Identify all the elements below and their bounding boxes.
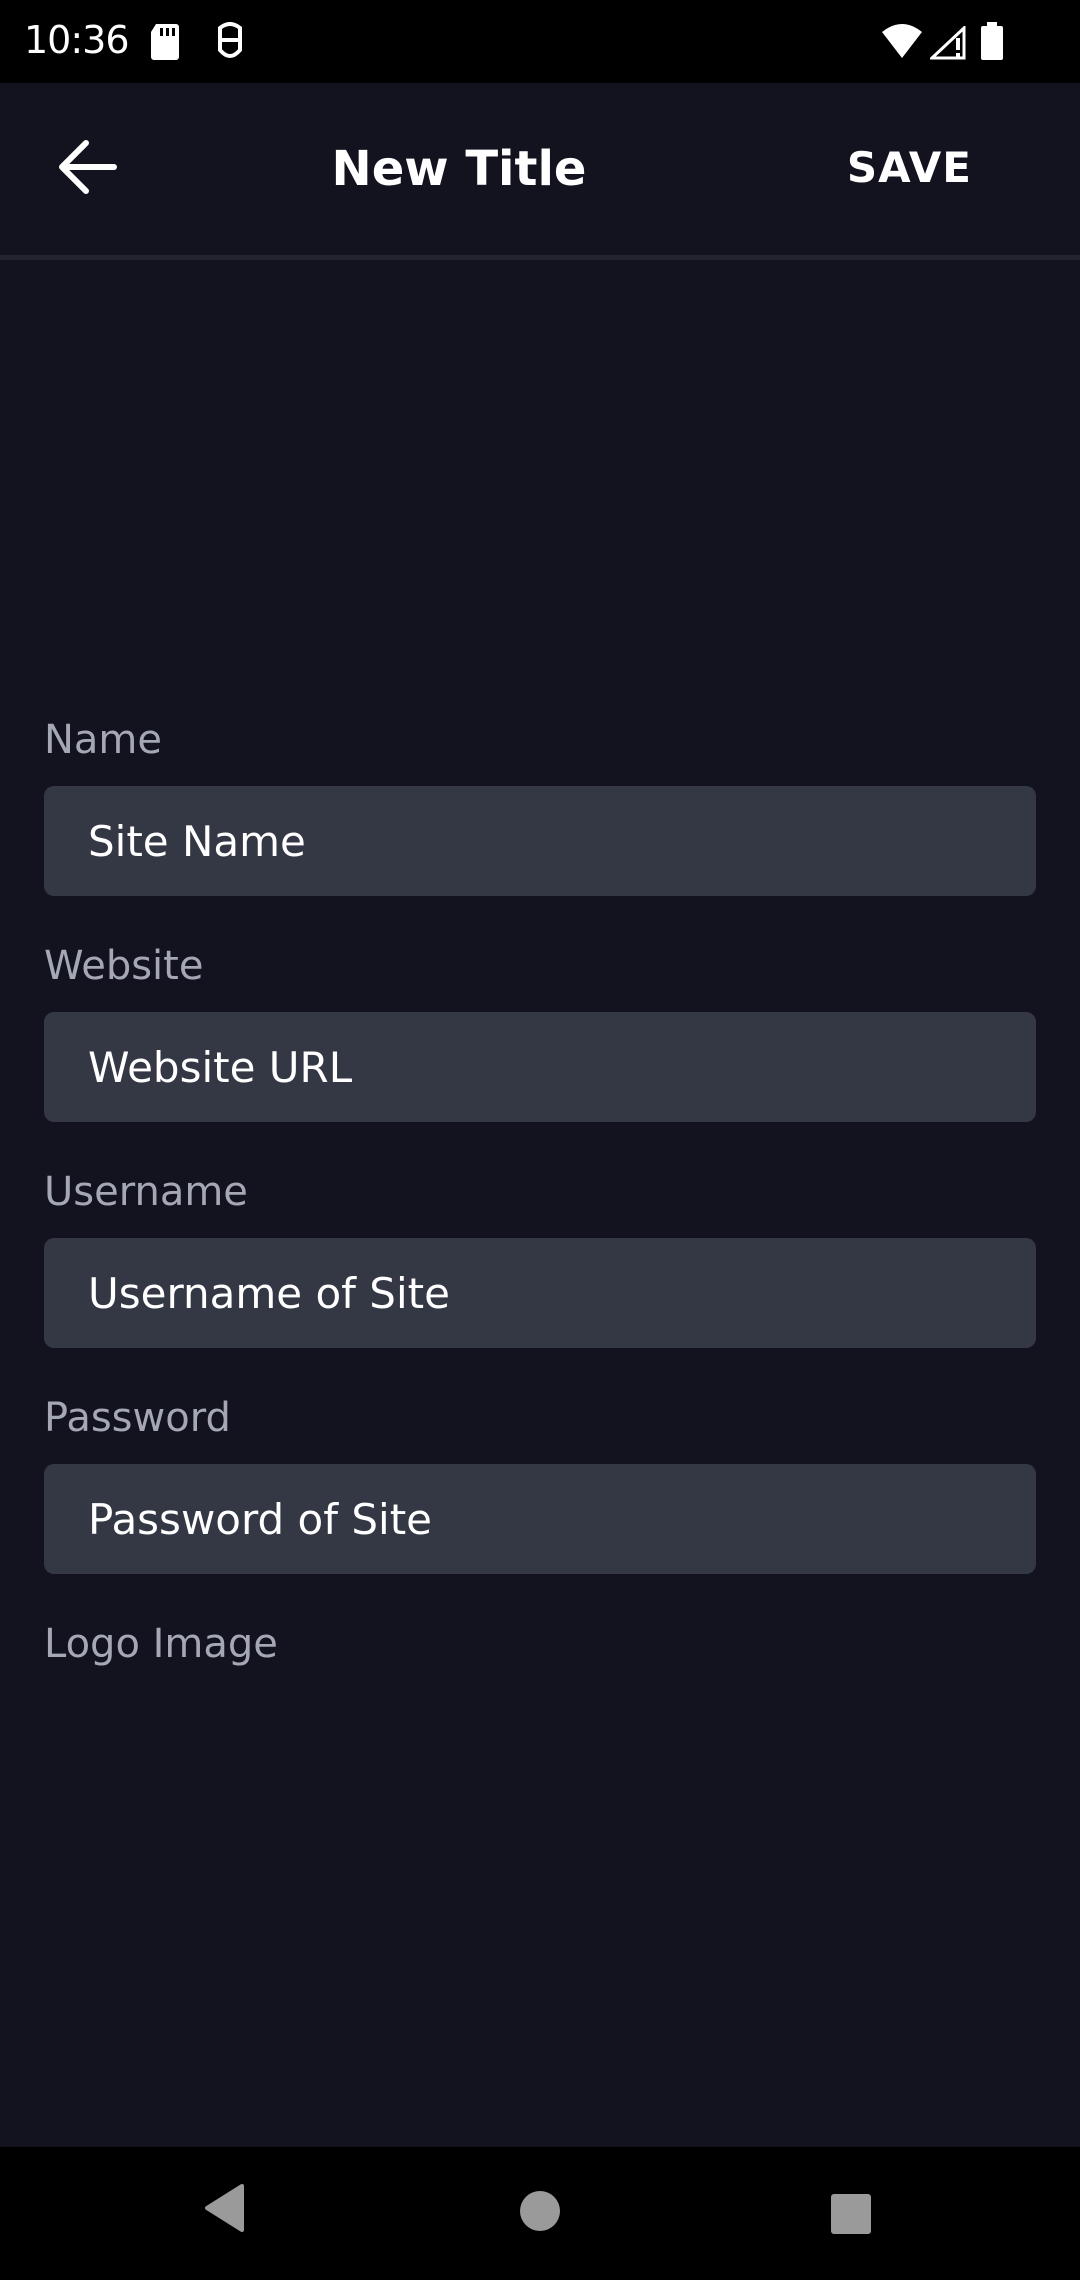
save-button[interactable]: SAVE (847, 143, 972, 192)
home-circle-icon[interactable] (518, 2189, 562, 2237)
back-triangle-icon[interactable] (202, 2183, 246, 2237)
logo-image-label: Logo Image (44, 1621, 278, 1667)
battery-icon (980, 22, 1004, 64)
wifi-icon (882, 24, 922, 62)
website-input[interactable] (44, 1012, 1036, 1122)
status-bar: 10:36 (0, 0, 1080, 83)
name-field-box (44, 786, 1036, 896)
website-field-box (44, 1012, 1036, 1122)
username-input[interactable] (44, 1238, 1036, 1348)
site-form: Name Website Username Password Logo Imag… (44, 710, 1036, 1674)
system-nav-bar (0, 2147, 1080, 2280)
signal-icon (928, 24, 968, 64)
app-bar: New Title SAVE (0, 83, 1080, 260)
website-label: Website (44, 943, 204, 989)
screen: 10:36 New Title SAVE Name Site Name Webs… (0, 0, 1080, 2280)
status-time: 10:36 (24, 18, 130, 62)
username-field-box (44, 1238, 1036, 1348)
face-icon (214, 22, 246, 66)
password-field-box (44, 1464, 1036, 1574)
name-input[interactable] (44, 786, 1036, 896)
recents-square-icon[interactable] (830, 2193, 872, 2239)
name-label: Name (44, 717, 163, 763)
password-label: Password (44, 1395, 231, 1441)
username-label: Username (44, 1169, 248, 1215)
password-input[interactable] (44, 1464, 1036, 1574)
sd-card-icon (150, 24, 180, 64)
